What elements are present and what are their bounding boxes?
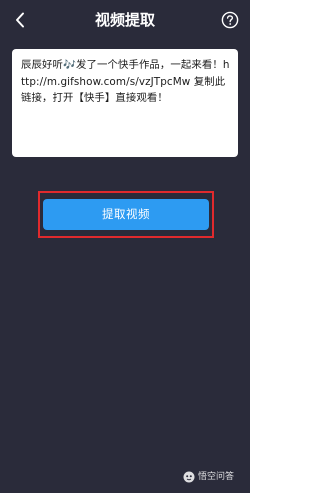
share-text-card[interactable]: 辰辰好听🎶发了一个快手作品，一起来看！http://m.gifshow.com/… bbox=[12, 49, 238, 157]
top-bar: 视频提取 bbox=[0, 0, 250, 40]
video-extract-screen: 视频提取 辰辰好听🎶发了一个快手作品，一起来看！http://m.gifshow… bbox=[0, 0, 250, 493]
question-circle-icon bbox=[221, 11, 239, 29]
share-text: 辰辰好听🎶发了一个快手作品，一起来看！http://m.gifshow.com/… bbox=[21, 59, 230, 104]
wukong-logo-icon bbox=[183, 471, 195, 483]
page-title: 视频提取 bbox=[94, 11, 155, 29]
watermark-text: 悟空问答 bbox=[198, 472, 235, 482]
extract-video-button[interactable]: 提取视频 bbox=[43, 199, 209, 230]
help-button[interactable] bbox=[221, 11, 239, 29]
watermark: 悟空问答 bbox=[183, 470, 234, 484]
